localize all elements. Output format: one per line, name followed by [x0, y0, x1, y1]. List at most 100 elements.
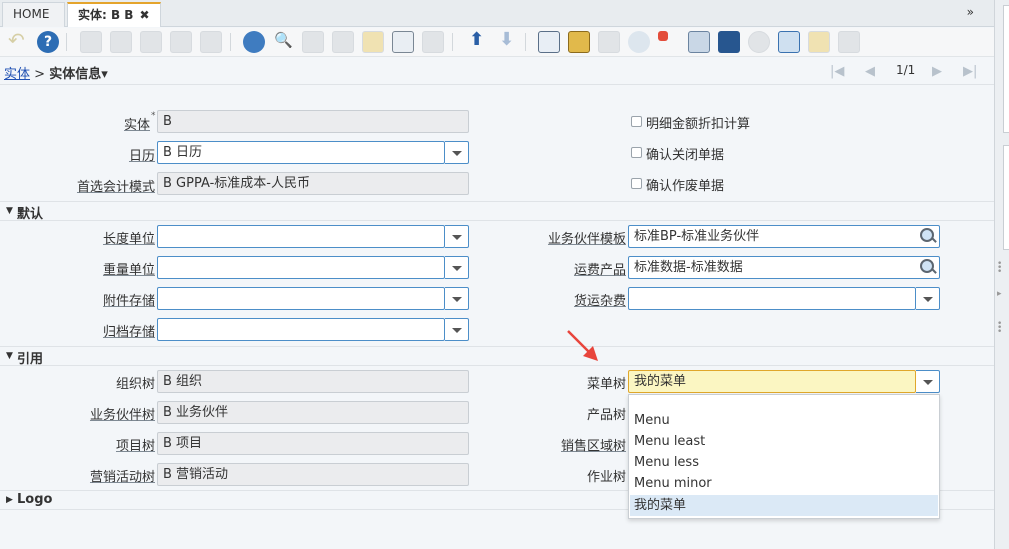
weight-uom-dropdown-icon[interactable]	[445, 256, 469, 279]
freight-product-field[interactable]: 标准数据-标准数据	[628, 256, 940, 279]
delete-icon[interactable]	[140, 31, 162, 53]
settings-icon[interactable]	[748, 31, 770, 53]
splitter-grip-icon[interactable]: • • •	[997, 260, 1002, 277]
multi-view-icon[interactable]	[422, 31, 444, 53]
prev-record-icon[interactable]: ◀	[865, 64, 875, 79]
menu-tree-field[interactable]: 我的菜单	[628, 370, 916, 393]
campaign-tree-field[interactable]: B 营销活动	[157, 463, 469, 486]
toolbar: ?	[0, 28, 994, 57]
bp-template-label: 业务伙伴模板	[547, 232, 626, 247]
archive-icon[interactable]	[568, 31, 590, 53]
attachment-store-field[interactable]	[157, 287, 445, 310]
attachment-icon[interactable]	[302, 31, 324, 53]
entity-label: 实体	[123, 118, 150, 133]
confirm-close-checkbox[interactable]	[631, 147, 642, 158]
length-uom-dropdown-icon[interactable]	[445, 225, 469, 248]
calendar-field[interactable]: B 日历	[157, 141, 445, 164]
section-default[interactable]: ▼ 默认	[0, 201, 994, 222]
dropdown-option[interactable]: Menu	[630, 410, 938, 431]
lock-icon[interactable]	[808, 31, 830, 53]
breadcrumb-link-entity[interactable]: 实体	[4, 67, 30, 82]
freight-charge-field[interactable]	[628, 287, 916, 310]
bp-tree-label: 业务伙伴树	[89, 408, 155, 423]
export-icon[interactable]	[778, 31, 800, 53]
find-icon[interactable]	[272, 31, 294, 53]
weight-uom-field[interactable]	[157, 256, 445, 279]
length-uom-label: 长度单位	[102, 232, 155, 247]
weight-uom-label: 重量单位	[102, 263, 155, 278]
print-icon[interactable]	[598, 31, 620, 53]
tab-home[interactable]: HOME	[2, 2, 65, 27]
calendar-label: 日历	[128, 149, 155, 164]
last-record-icon[interactable]: ▶|	[963, 64, 977, 79]
refresh-icon[interactable]	[243, 31, 265, 53]
customize-icon[interactable]	[838, 31, 860, 53]
accounting-schema-field[interactable]: B GPPA-标准成本-人民币	[157, 172, 469, 195]
archive-store-dropdown-icon[interactable]	[445, 318, 469, 341]
freight-product-search-icon[interactable]	[920, 259, 936, 275]
product-tree-label: 产品树	[586, 408, 626, 423]
calendar-dropdown-icon[interactable]	[445, 141, 469, 164]
project-tree-field[interactable]: B 项目	[157, 432, 469, 455]
sales-region-tree-label: 销售区域树	[560, 439, 626, 454]
discount-calc-checkbox[interactable]	[631, 116, 642, 127]
product-info-icon[interactable]	[718, 31, 740, 53]
required-marker: *	[151, 111, 156, 121]
tab-entity-label: 实体: B B	[78, 8, 134, 22]
history-icon[interactable]	[362, 31, 384, 53]
grid-toggle-icon[interactable]	[392, 31, 414, 53]
workflow-icon[interactable]	[658, 31, 668, 41]
breadcrumb-current[interactable]: 实体信息▾	[49, 67, 108, 82]
report-icon[interactable]	[538, 31, 560, 53]
dropdown-option[interactable]: Menu minor	[630, 473, 938, 494]
next-record-nav-icon[interactable]: ▶	[932, 64, 942, 79]
archive-store-field[interactable]	[157, 318, 445, 341]
section-logo-title: Logo	[17, 492, 53, 507]
dropdown-option[interactable]: Menu least	[630, 431, 938, 452]
chat-icon[interactable]	[332, 31, 354, 53]
bp-tree-field[interactable]: B 业务伙伴	[157, 401, 469, 424]
next-record-icon[interactable]	[495, 29, 517, 53]
confirm-close-label: 确认关闭单据	[646, 148, 725, 163]
save-new-icon[interactable]	[200, 31, 222, 53]
expand-icon: ▼	[6, 351, 13, 361]
freight-charge-dropdown-icon[interactable]	[916, 287, 940, 310]
side-panel-card[interactable]	[1003, 145, 1009, 250]
campaign-tree-label: 营销活动树	[89, 470, 155, 485]
copy-record-icon[interactable]	[110, 31, 132, 53]
entity-field[interactable]: B	[157, 110, 469, 133]
confirm-void-checkbox[interactable]	[631, 178, 642, 189]
section-default-title: 默认	[17, 207, 44, 222]
length-uom-field[interactable]	[157, 225, 445, 248]
confirm-void-label: 确认作废单据	[646, 179, 725, 194]
project-tree-label: 项目树	[115, 439, 155, 454]
side-panel-card[interactable]	[1003, 5, 1009, 133]
tab-bar: HOME 实体: B B ✖ »	[0, 0, 994, 27]
section-reference[interactable]: ▼ 引用	[0, 346, 994, 367]
activity-tree-label: 作业树	[586, 470, 626, 485]
org-tree-field[interactable]: B 组织	[157, 370, 469, 393]
bp-template-field[interactable]: 标准BP-标准业务伙伴	[628, 225, 940, 248]
archive-store-label: 归档存储	[102, 325, 155, 340]
process-icon[interactable]	[688, 31, 710, 53]
dropdown-option[interactable]: Menu less	[630, 452, 938, 473]
splitter-arrow-icon[interactable]: ▸	[997, 290, 1002, 299]
breadcrumb: 实体 > 实体信息▾	[4, 63, 108, 82]
bp-template-search-icon[interactable]	[920, 228, 936, 244]
previous-record-icon[interactable]	[465, 29, 487, 53]
menu-tree-dropdown-icon[interactable]	[916, 370, 940, 393]
tab-entity[interactable]: 实体: B B ✖	[67, 2, 161, 27]
help-icon[interactable]: ?	[37, 31, 59, 53]
undo-icon[interactable]	[6, 28, 28, 53]
first-record-icon[interactable]: |◀	[830, 64, 844, 79]
attachment-store-dropdown-icon[interactable]	[445, 287, 469, 310]
close-icon[interactable]: ✖	[139, 8, 149, 22]
collapse-icon[interactable]: »	[967, 5, 974, 19]
splitter-grip-icon[interactable]: • • •	[997, 320, 1002, 337]
zoom-across-icon[interactable]	[628, 31, 650, 53]
accounting-schema-label: 首选会计模式	[76, 180, 155, 195]
section-reference-title: 引用	[17, 352, 44, 367]
new-record-icon[interactable]	[80, 31, 102, 53]
save-icon[interactable]	[170, 31, 192, 53]
dropdown-option-selected[interactable]: 我的菜单	[630, 495, 938, 516]
